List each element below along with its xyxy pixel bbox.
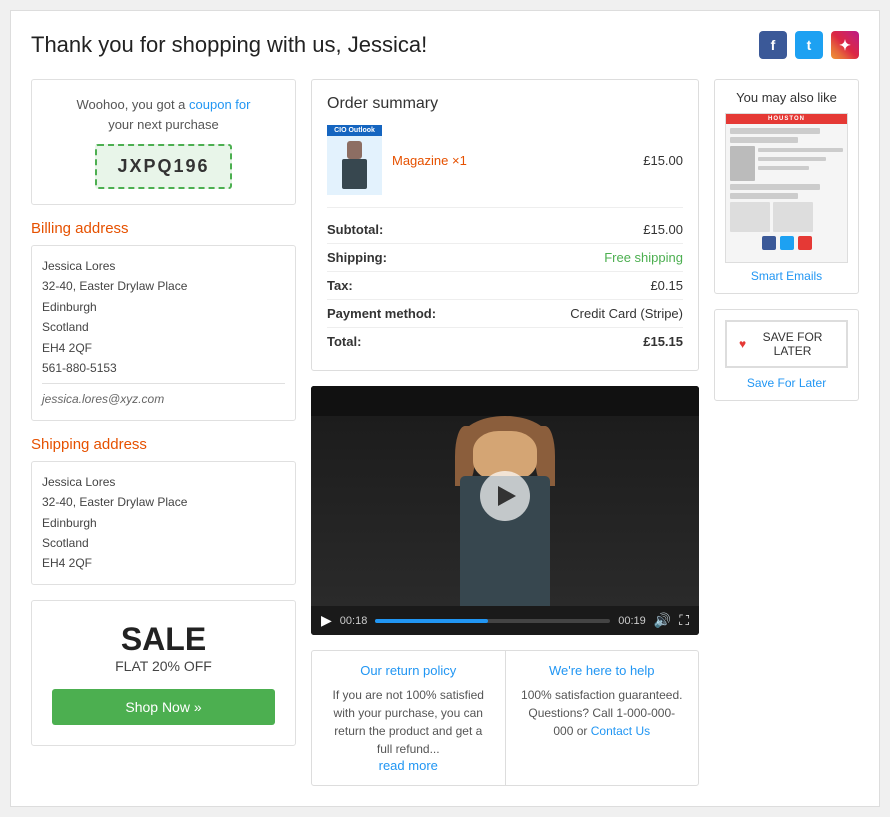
shipping-city: Edinburgh bbox=[42, 513, 285, 533]
video-time-current: 00:18 bbox=[340, 615, 368, 627]
order-item-price: £15.00 bbox=[643, 153, 683, 168]
you-may-like-section: You may also like HOUSTON bbox=[714, 79, 859, 294]
right-panel: You may also like HOUSTON bbox=[714, 79, 859, 786]
save-for-later-box: ♥ SAVE FOR LATER Save For Later bbox=[714, 309, 859, 401]
twitter-icon[interactable]: t bbox=[795, 31, 823, 59]
subtotal-label: Subtotal: bbox=[327, 222, 383, 237]
video-placeholder[interactable] bbox=[311, 386, 699, 606]
total-row: Total: £15.15 bbox=[327, 328, 683, 355]
return-policy-title: Our return policy bbox=[327, 663, 490, 678]
shipping-address1: 32-40, Easter Drylaw Place bbox=[42, 492, 285, 512]
thumb-row-4 bbox=[730, 193, 798, 199]
save-for-later-button[interactable]: ♥ SAVE FOR LATER bbox=[725, 320, 848, 368]
contact-us-link[interactable]: Contact Us bbox=[591, 724, 650, 738]
billing-address-box: Jessica Lores 32-40, Easter Drylaw Place… bbox=[31, 245, 296, 421]
tax-row: Tax: £0.15 bbox=[327, 272, 683, 300]
video-progress-bar[interactable] bbox=[375, 619, 610, 623]
sale-subtitle: FLAT 20% OFF bbox=[52, 658, 275, 674]
magazine-person-svg bbox=[337, 141, 372, 191]
shipping-value: Free shipping bbox=[604, 250, 683, 265]
you-may-like-title: You may also like bbox=[725, 90, 848, 105]
billing-city: Edinburgh bbox=[42, 297, 285, 317]
billing-region: Scotland bbox=[42, 317, 285, 337]
thumb-row-3 bbox=[730, 184, 820, 190]
facebook-icon[interactable]: f bbox=[759, 31, 787, 59]
sale-title: SALE bbox=[52, 621, 275, 658]
thumb-header: HOUSTON bbox=[726, 114, 847, 124]
policy-row: Our return policy If you are not 100% sa… bbox=[311, 650, 699, 786]
shipping-label: Shipping: bbox=[327, 250, 387, 265]
magazine-header: CIO Outlook bbox=[327, 125, 382, 136]
shipping-region: Scotland bbox=[42, 533, 285, 553]
sale-box: SALE FLAT 20% OFF Shop Now » bbox=[31, 600, 296, 746]
coupon-code[interactable]: JXPQ196 bbox=[95, 144, 231, 189]
billing-postcode: EH4 2QF bbox=[42, 338, 285, 358]
tax-value: £0.15 bbox=[650, 278, 683, 293]
shipping-address-box: Jessica Lores 32-40, Easter Drylaw Place… bbox=[31, 461, 296, 585]
billing-name: Jessica Lores bbox=[42, 256, 285, 276]
video-progress-fill bbox=[375, 619, 488, 623]
page-header: Thank you for shopping with us, Jessica!… bbox=[31, 31, 859, 59]
video-time-total: 00:19 bbox=[618, 615, 646, 627]
heart-icon: ♥ bbox=[739, 337, 746, 351]
product-name[interactable]: Smart Emails bbox=[725, 269, 848, 283]
page-title: Thank you for shopping with us, Jessica! bbox=[31, 32, 427, 58]
payment-row: Payment method: Credit Card (Stripe) bbox=[327, 300, 683, 328]
total-label: Total: bbox=[327, 334, 361, 349]
billing-section: Billing address Jessica Lores 32-40, Eas… bbox=[31, 220, 296, 421]
coupon-text: Woohoo, you got a coupon for your next p… bbox=[47, 95, 280, 134]
full-layout: Woohoo, you got a coupon for your next p… bbox=[31, 79, 859, 786]
help-text: 100% satisfaction guaranteed. Questions?… bbox=[521, 686, 684, 740]
fullscreen-icon[interactable]: ⛶ bbox=[679, 612, 689, 629]
help-title: We're here to help bbox=[521, 663, 684, 678]
billing-phone: 561-880-5153 bbox=[42, 358, 285, 378]
billing-email: jessica.lores@xyz.com bbox=[42, 383, 285, 409]
order-summary-title: Order summary bbox=[327, 95, 683, 113]
subtotal-value: £15.00 bbox=[643, 222, 683, 237]
video-controls: ▶ 00:18 00:19 🔊 ⛶ bbox=[311, 606, 699, 635]
page-wrapper: Thank you for shopping with us, Jessica!… bbox=[10, 10, 880, 807]
order-item: CIO Outlook Magazine ×1 £15.00 bbox=[327, 125, 683, 208]
coupon-box: Woohoo, you got a coupon for your next p… bbox=[31, 79, 296, 205]
total-value: £15.15 bbox=[643, 334, 683, 349]
help-col: We're here to help 100% satisfaction gua… bbox=[506, 651, 699, 785]
shipping-postcode: EH4 2QF bbox=[42, 553, 285, 573]
shipping-title: Shipping address bbox=[31, 436, 296, 453]
shipping-name: Jessica Lores bbox=[42, 472, 285, 492]
instagram-icon[interactable]: ✦ bbox=[831, 31, 859, 59]
thumb-row-1 bbox=[730, 128, 820, 134]
product-thumbnail[interactable]: HOUSTON bbox=[725, 113, 848, 263]
thumb-body bbox=[726, 124, 847, 262]
shipping-row: Shipping: Free shipping bbox=[327, 244, 683, 272]
social-icons: f t ✦ bbox=[759, 31, 859, 59]
video-section: ▶ 00:18 00:19 🔊 ⛶ bbox=[311, 386, 699, 635]
shop-now-button[interactable]: Shop Now » bbox=[52, 689, 275, 725]
payment-label: Payment method: bbox=[327, 306, 436, 321]
tax-label: Tax: bbox=[327, 278, 353, 293]
magazine-cover: CIO Outlook bbox=[327, 125, 382, 195]
order-item-name: Magazine ×1 bbox=[392, 153, 467, 168]
return-policy-col: Our return policy If you are not 100% sa… bbox=[312, 651, 506, 785]
billing-title: Billing address bbox=[31, 220, 296, 237]
order-summary: Order summary CIO Outlook Magazine bbox=[311, 79, 699, 371]
video-play-button[interactable] bbox=[480, 471, 530, 521]
play-triangle-icon bbox=[498, 486, 516, 506]
thumb-row-2 bbox=[730, 137, 798, 143]
subtotal-row: Subtotal: £15.00 bbox=[327, 216, 683, 244]
return-policy-link[interactable]: read more bbox=[364, 746, 453, 785]
payment-value: Credit Card (Stripe) bbox=[570, 306, 683, 321]
billing-address1: 32-40, Easter Drylaw Place bbox=[42, 276, 285, 296]
magazine-body bbox=[327, 136, 382, 195]
shipping-section: Shipping address Jessica Lores 32-40, Ea… bbox=[31, 436, 296, 585]
video-play-icon[interactable]: ▶ bbox=[321, 612, 332, 629]
volume-icon[interactable]: 🔊 bbox=[654, 612, 671, 629]
save-for-later-label[interactable]: Save For Later bbox=[725, 376, 848, 390]
right-content: Order summary CIO Outlook Magazine bbox=[311, 79, 699, 786]
left-sidebar: Woohoo, you got a coupon for your next p… bbox=[31, 79, 296, 786]
coupon-link[interactable]: coupon for bbox=[189, 97, 250, 112]
